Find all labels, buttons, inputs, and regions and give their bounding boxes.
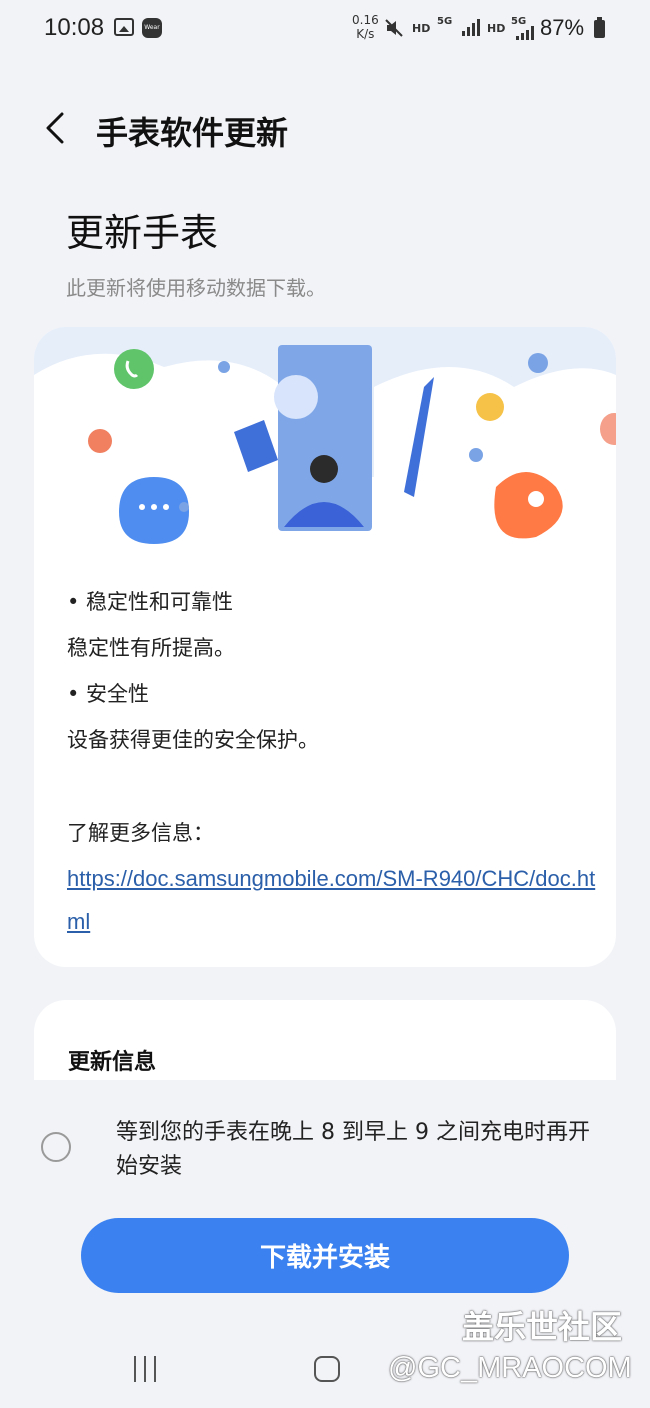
recents-icon-bar [144,1356,146,1382]
net-speed-unit: K/s [356,27,375,41]
recents-icon [134,1356,136,1382]
hd-label: HD [412,22,431,35]
update-illustration [34,327,616,549]
hd-label-2: HD [487,22,506,35]
signal-icon-2 [516,22,534,40]
hero-subtitle: 此更新将使用移动数据下载。 [66,276,326,300]
status-time: 10:08 [44,14,105,41]
update-info-title: 更新信息 [68,1050,157,1075]
recents-button[interactable] [132,1356,160,1382]
network-type-label: 5G [437,16,453,27]
chevron-left-icon [46,112,64,144]
phone-icon [114,349,154,389]
settings-icon [528,353,548,373]
battery-icon [594,17,605,38]
note-heading: • 安全性 [67,682,150,706]
documentation-link[interactable]: https://doc.samsungmobile.com/SM-R940/CH… [67,857,597,943]
mute-icon [384,18,404,42]
network-speed: 0.16 K/s [352,13,379,41]
schedule-install-radio[interactable] [41,1132,71,1162]
download-install-button[interactable]: 下载并安装 [81,1218,569,1293]
net-speed-value: 0.16 [352,13,379,27]
battery-percent: 87% [540,15,585,40]
contact-icon [88,429,112,453]
hero-title: 更新手表 [66,211,219,255]
recents-icon-bar [154,1356,156,1382]
learn-more-label: 了解更多信息： [67,821,214,845]
status-bar: 10:08 Wear 0.16 K/s HD 5G HD 5G 87% [0,0,650,60]
note-heading: • 稳定性和可靠性 [67,590,234,614]
wear-icon: Wear [142,18,162,38]
schedule-install-label[interactable]: 等到您的手表在晚上 8 到早上 9 之间充电时再开始安装 [116,1116,606,1184]
home-button[interactable] [314,1356,340,1382]
note-text: 稳定性有所提高。 [67,636,235,660]
release-notes: • 稳定性和可靠性 稳定性有所提高。 • 安全性 设备获得更佳的安全保护。 [67,587,587,771]
page-title: 手表软件更新 [96,114,289,152]
note-text: 设备获得更佳的安全保护。 [67,728,319,752]
release-notes-card: • 稳定性和可靠性 稳定性有所提高。 • 安全性 设备获得更佳的安全保护。 了解… [34,327,616,967]
back-button[interactable] [40,108,74,148]
watermark-handle: @GC_MRAOCOM [388,1352,632,1384]
message-icon [119,477,189,544]
signal-icon [462,18,480,36]
watermark-name: 盖乐世社区 [462,1308,623,1346]
folder-icon [476,393,504,421]
gallery-icon [114,18,134,36]
